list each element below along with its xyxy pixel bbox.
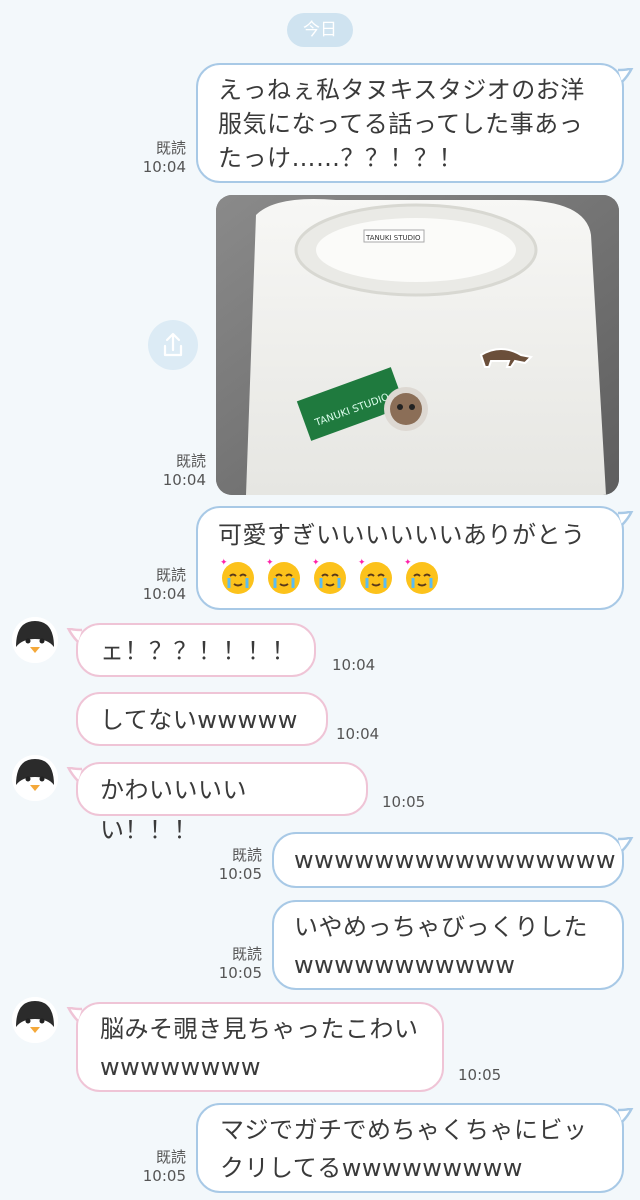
- avatar[interactable]: [12, 755, 58, 801]
- read-receipt: 既読: [155, 1148, 186, 1166]
- svg-text:✦: ✦: [312, 558, 320, 568]
- message-meta: 既読 10:04: [156, 452, 206, 490]
- date-divider: 今日: [287, 13, 353, 47]
- crying-emoji-icon: ✦: [266, 558, 300, 594]
- svg-text:✦: ✦: [358, 558, 366, 568]
- message-text-line: クリしてるwwwwwwwww: [220, 1154, 523, 1182]
- message-text: ェ！？？！！！！: [100, 637, 296, 665]
- message-meta: 既読 10:05: [136, 1148, 186, 1186]
- message-text-line: たっけ……？？！？！: [218, 144, 463, 172]
- bubble-tail: [618, 837, 634, 852]
- message-bubble-outgoing[interactable]: 可愛すぎいいいいいいありがとう ✦ ✦ ✦ ✦ ✦: [196, 506, 634, 610]
- message-bubble-outgoing[interactable]: えっねぇ私タヌキスタジオのお洋 服気になってる話ってした事あっ たっけ……？？！…: [196, 63, 634, 183]
- message-time: 10:04: [142, 585, 186, 603]
- message-text-line: 服気になってる話ってした事あっ: [218, 110, 584, 138]
- message-time: 10:04: [332, 656, 376, 674]
- message-bubble-incoming[interactable]: かわいいいいい！！！: [66, 762, 368, 844]
- bubble-tail: [66, 1007, 82, 1022]
- bubble-tail: [618, 1108, 634, 1123]
- message-text: wwwwwwwwwwwwwwww: [294, 846, 617, 874]
- read-receipt: 既読: [231, 945, 262, 963]
- tshirt-photo: TANUKI STUDIO TANUKI STUDIO: [216, 195, 619, 495]
- read-receipt: 既読: [155, 139, 186, 157]
- crying-emoji-icon: ✦: [404, 558, 438, 594]
- message-bubble-outgoing[interactable]: wwwwwwwwwwwwwwww: [272, 832, 634, 888]
- read-receipt: 既読: [155, 566, 186, 584]
- message-time: 10:05: [218, 865, 262, 883]
- message-meta: 既読 10:05: [212, 945, 262, 983]
- share-button[interactable]: [148, 320, 198, 370]
- message-text-line: wwwwwwwwwww: [294, 951, 516, 979]
- message-text-line: 可愛すぎいいいいいいありがとう: [218, 521, 586, 549]
- message-bubble-outgoing[interactable]: いやめっちゃびっくりした wwwwwwwwwww: [272, 900, 624, 990]
- message-bubble-incoming[interactable]: してないwwwww: [76, 692, 328, 746]
- svg-text:✦: ✦: [266, 558, 274, 568]
- message-meta: 既読 10:04: [136, 139, 186, 177]
- penguin-icon: [12, 617, 58, 663]
- message-text-line: マジでガチでめちゃくちゃにビッ: [220, 1116, 588, 1144]
- neck-tag-label: TANUKI STUDIO: [365, 234, 421, 242]
- message-time: 10:04: [142, 158, 186, 176]
- photo-message[interactable]: TANUKI STUDIO TANUKI STUDIO: [216, 195, 619, 495]
- crying-emoji-icon: ✦: [358, 558, 392, 594]
- message-bubble-incoming[interactable]: ェ！？？！！！！: [66, 623, 316, 677]
- message-text-line: 脳みそ覗き見ちゃったこわい: [100, 1015, 419, 1043]
- message-bubble-incoming[interactable]: 脳みそ覗き見ちゃったこわい wwwwwwww: [66, 1002, 444, 1092]
- message-time: 10:04: [162, 471, 206, 489]
- message-text: してないwwwww: [100, 706, 298, 734]
- bubble-tail: [618, 68, 634, 83]
- message-bubble-outgoing[interactable]: マジでガチでめちゃくちゃにビッ クリしてるwwwwwwwww: [196, 1103, 634, 1193]
- emoji-row: ✦ ✦ ✦ ✦ ✦: [218, 556, 602, 596]
- penguin-icon: [12, 755, 58, 801]
- message-meta: 既読 10:05: [212, 846, 262, 884]
- message-meta: 既読 10:04: [136, 566, 186, 604]
- message-time: 10:05: [382, 793, 426, 811]
- message-text-line: えっねぇ私タヌキスタジオのお洋: [218, 76, 585, 104]
- message-time: 10:05: [142, 1167, 186, 1185]
- svg-text:✦: ✦: [220, 558, 228, 568]
- avatar[interactable]: [12, 617, 58, 663]
- message-time: 10:04: [336, 725, 380, 743]
- message-text-line: いやめっちゃびっくりした: [294, 913, 588, 941]
- message-text-line: wwwwwwww: [100, 1053, 262, 1081]
- bubble-tail: [66, 767, 82, 782]
- bubble-tail: [66, 628, 82, 643]
- read-receipt: 既読: [231, 846, 262, 864]
- svg-text:✦: ✦: [404, 558, 412, 568]
- read-receipt: 既読: [175, 452, 206, 470]
- penguin-icon: [12, 997, 58, 1043]
- message-time: 10:05: [458, 1066, 502, 1084]
- crying-emoji-icon: ✦: [220, 558, 254, 594]
- avatar[interactable]: [12, 997, 58, 1043]
- message-time: 10:05: [218, 964, 262, 982]
- share-icon: [163, 332, 183, 357]
- bubble-tail: [618, 511, 634, 526]
- crying-emoji-icon: ✦: [312, 558, 346, 594]
